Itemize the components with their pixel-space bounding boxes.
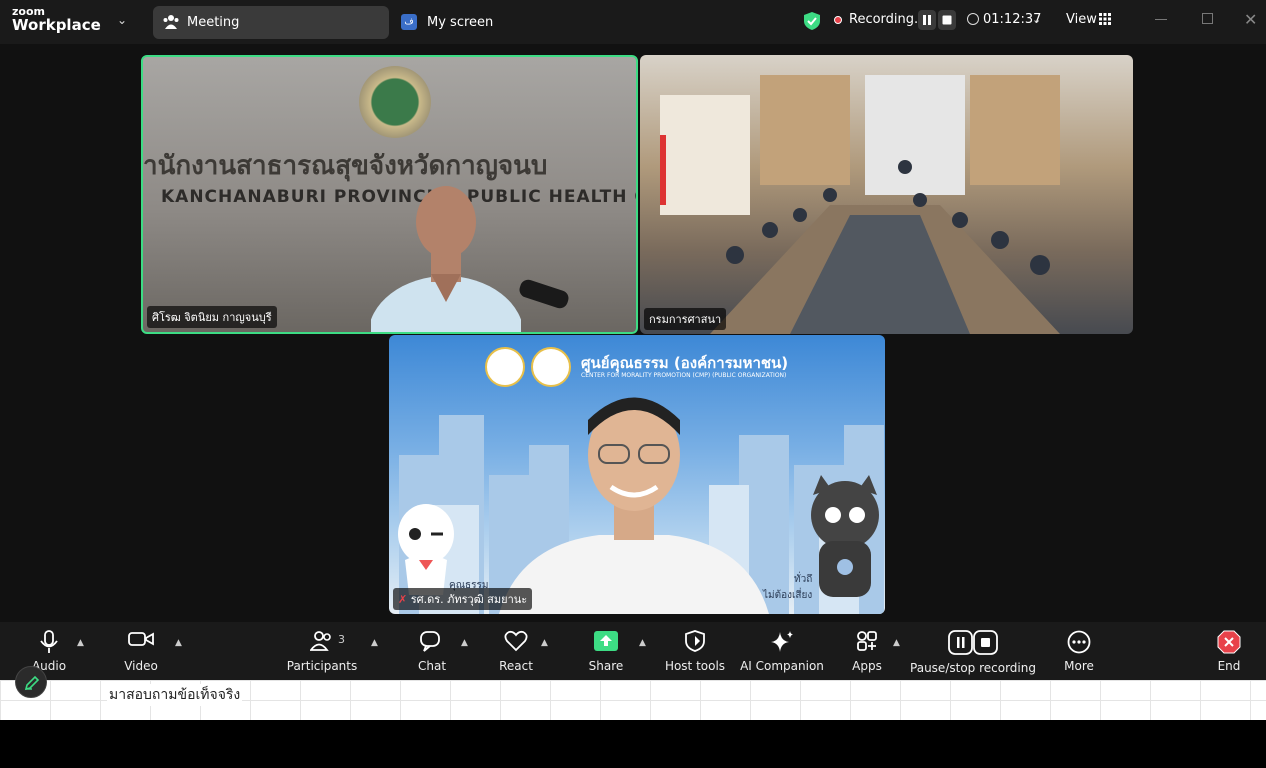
participants-button[interactable]: Participants	[287, 622, 357, 680]
host-tools-button[interactable]: Host tools	[664, 622, 726, 680]
timer-chevron-down-icon[interactable]: ⌄	[1032, 13, 1041, 26]
conference-room-video	[660, 75, 1060, 334]
ai-companion-label: AI Companion	[740, 659, 824, 673]
share-screen-icon	[594, 631, 618, 651]
end-meeting-icon	[1217, 630, 1241, 654]
meeting-toolbar: Audio ▲ Video ▲ Participants 3 ▲ Chat ▲ …	[0, 622, 1266, 680]
screen-share-icon: ف	[401, 14, 417, 30]
video-label: Video	[124, 659, 158, 673]
tab-meeting-label: Meeting	[187, 15, 240, 30]
chat-button[interactable]: Chat	[408, 622, 456, 680]
apps-options-caret-icon[interactable]: ▲	[893, 638, 900, 648]
document-text-line: มาสอบถามข้อเท็จจริง	[107, 684, 243, 706]
mascot-right-caption-2: ไม่ต้องเสี่ยง	[763, 590, 813, 601]
share-button[interactable]: Share	[582, 622, 630, 680]
heart-icon	[504, 630, 528, 652]
video-stage: านักงานสาธารณสุขจังหวัดกาญจนบ KANCHANABU…	[0, 44, 1266, 622]
pause-icon	[923, 15, 931, 25]
chat-label: Chat	[417, 659, 447, 673]
participants-icon	[310, 631, 331, 651]
end-label: End	[1217, 659, 1241, 673]
clock-icon	[967, 13, 979, 25]
stop-recording-button[interactable]	[938, 10, 956, 30]
video-button[interactable]: Video	[116, 622, 166, 680]
participant-name-tag: ✗ รศ.ดร. ภัทรวุฒิ สมยานะ	[393, 588, 533, 610]
video-tile-3[interactable]: ศูนย์คุณธรรม (องค์การมหาชน) CENTER FOR M…	[389, 335, 885, 614]
pause-stop-recording-icon	[948, 630, 998, 655]
chat-icon	[420, 631, 440, 652]
edit-floating-button[interactable]	[15, 666, 47, 698]
mascot-right	[811, 475, 879, 597]
host-shield-icon	[685, 630, 705, 652]
participants-count: 3	[338, 633, 345, 646]
pause-recording-button[interactable]	[918, 10, 936, 30]
video-options-caret-icon[interactable]: ▲	[175, 638, 182, 648]
participant-name-tag: ศิโรฒ จิตนิยม กาญจนบุรี	[147, 306, 277, 328]
react-options-caret-icon[interactable]: ▲	[541, 638, 548, 648]
mascot-left	[398, 504, 454, 595]
pause-stop-recording-label: Pause/stop recording	[910, 661, 1036, 675]
end-meeting-button[interactable]: End	[1206, 622, 1252, 680]
host-tools-label: Host tools	[664, 659, 726, 673]
recording-status: Recording...	[849, 12, 927, 27]
video-camera-icon	[128, 632, 154, 646]
chevron-down-icon[interactable]: ⌄	[117, 13, 127, 27]
recording-dot-icon	[834, 16, 842, 24]
mascot-right-caption-1: ทั่วถึ	[794, 574, 813, 585]
close-window-button[interactable]: ✕	[1244, 10, 1257, 29]
stop-icon	[942, 15, 952, 25]
microphone-prop	[517, 277, 571, 311]
participants-options-caret-icon[interactable]: ▲	[371, 638, 378, 648]
apps-button[interactable]: Apps	[844, 622, 890, 680]
document-bottom-area	[0, 720, 1266, 768]
video-tile-1[interactable]: านักงานสาธารณสุขจังหวัดกาญจนบ KANCHANABU…	[141, 55, 638, 334]
more-button[interactable]: More	[1056, 622, 1102, 680]
people-icon	[163, 15, 179, 29]
pause-stop-recording-button[interactable]: Pause/stop recording	[910, 622, 1036, 680]
react-button[interactable]: React	[492, 622, 540, 680]
chat-options-caret-icon[interactable]: ▲	[461, 638, 468, 648]
wall-sign-thai: านักงานสาธารณสุขจังหวัดกาญจนบ	[143, 151, 548, 181]
zoom-logo: zoom Workplace	[12, 6, 101, 33]
more-label: More	[1064, 659, 1094, 673]
mic-muted-icon: ✗	[398, 593, 408, 606]
tab-meeting[interactable]: Meeting	[153, 6, 389, 39]
sparkle-icon	[771, 631, 793, 652]
participant-video-person	[499, 397, 769, 614]
ai-companion-button[interactable]: AI Companion	[740, 622, 824, 680]
share-label: Share	[588, 659, 624, 673]
participants-label: Participants	[286, 659, 358, 673]
video-tile-2[interactable]: กรมการศาสนา	[640, 55, 1133, 334]
more-icon	[1067, 630, 1091, 654]
share-options-caret-icon[interactable]: ▲	[639, 638, 646, 648]
grid-icon[interactable]	[1099, 13, 1111, 25]
title-bar: zoom Workplace ⌄ Meeting ف My screen Rec…	[0, 0, 1266, 44]
apps-icon	[857, 631, 877, 651]
react-label: React	[499, 659, 533, 673]
participant-name-tag: กรมการศาสนา	[644, 308, 727, 330]
ministry-emblem	[359, 66, 431, 138]
maximize-window-button[interactable]	[1202, 13, 1213, 24]
minimize-window-button[interactable]	[1155, 19, 1167, 20]
logo-line2: Workplace	[12, 16, 101, 34]
audio-options-caret-icon[interactable]: ▲	[77, 638, 84, 648]
microphone-icon	[40, 630, 58, 653]
participant-name: รศ.ดร. ภัทรวุฒิ สมยานะ	[410, 593, 528, 606]
tab-my-screen-label: My screen	[427, 15, 494, 30]
shield-check-icon[interactable]	[803, 11, 821, 31]
view-button[interactable]: View	[1066, 12, 1097, 27]
apps-label: Apps	[852, 659, 882, 673]
background-document: มาสอบถามข้อเท็จจริง	[0, 680, 1266, 720]
pencil-icon	[24, 675, 40, 691]
participant-video-person	[371, 186, 521, 332]
